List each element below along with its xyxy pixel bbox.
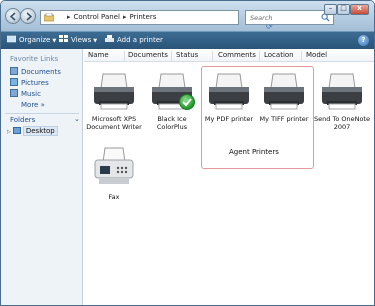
printer-item-my-tiff[interactable]: My TIFF printer (256, 72, 312, 123)
maximize-button[interactable]: □ (337, 4, 350, 15)
help-icon[interactable]: ? (358, 35, 369, 46)
maximize-icon: □ (340, 4, 347, 12)
pictures-icon (10, 78, 18, 86)
sidebar-item-music[interactable]: Music (10, 89, 41, 98)
sidebar-item-documents[interactable]: Documents (10, 67, 61, 76)
printer-icon (319, 72, 365, 112)
printer-item-black-ice[interactable]: Black Ice ColorPlus (144, 72, 200, 131)
printer-item-my-pdf[interactable]: My PDF printer (201, 72, 257, 123)
desktop-icon (12, 127, 21, 134)
folders-heading[interactable]: Folders (10, 116, 35, 124)
column-location[interactable]: Location (264, 51, 294, 59)
title-bar: ▸Control Panel▸Printers ▾ ⟳ Search – □ x (1, 1, 374, 31)
fax-icon (91, 146, 137, 190)
chevron-down-icon: ▼ (93, 38, 98, 44)
printer-item-fax[interactable]: Fax (86, 146, 142, 201)
printer-label: My PDF printer (204, 115, 254, 123)
sidebar-item-pictures[interactable]: Pictures (10, 78, 49, 87)
sidebar-item-label: Documents (21, 68, 61, 76)
printer-label: Send To OneNote 2007 (314, 115, 370, 131)
explorer-window: ▸Control Panel▸Printers ▾ ⟳ Search – □ x… (0, 0, 375, 306)
chevron-right-icon: ▸ (122, 13, 127, 21)
printer-label: My TIFF printer (259, 115, 309, 123)
printer-item-xps[interactable]: Microsoft XPS Document Writer (86, 72, 142, 131)
arrow-left-icon (9, 12, 16, 21)
views-label: Views (71, 36, 92, 44)
printers-folder-icon (44, 13, 54, 22)
tree-item-desktop[interactable]: ▷ Desktop (7, 126, 77, 137)
printer-label: Microsoft XPS Document Writer (86, 115, 142, 131)
add-printer-label: Add a printer (117, 36, 163, 44)
printer-icon (91, 72, 137, 112)
add-printer-button[interactable]: Add a printer (105, 35, 163, 47)
navigation-pane: Favorite Links Documents Pictures Music … (1, 49, 83, 305)
column-divider[interactable] (212, 51, 213, 61)
close-icon: x (357, 4, 362, 12)
column-status[interactable]: Status (176, 51, 198, 59)
group-label: Agent Printers (229, 148, 279, 156)
command-bar: Organize ▼ Views ▼ Add a printer ? (1, 31, 374, 49)
tree-item-label: Desktop (22, 126, 58, 136)
chevron-down-icon: ▼ (52, 38, 57, 44)
column-header: Name Documents Status Comments Location … (84, 49, 374, 62)
sidebar-item-label: Pictures (21, 79, 49, 87)
printer-label: Fax (108, 193, 120, 201)
expand-icon[interactable]: ▷ (7, 129, 11, 135)
music-icon (10, 89, 18, 97)
column-documents[interactable]: Documents (128, 51, 168, 59)
sidebar-item-label: Music (21, 90, 41, 98)
organize-button[interactable]: Organize ▼ (7, 35, 56, 47)
column-name[interactable]: Name (88, 51, 109, 59)
printer-icon (206, 72, 252, 112)
favorite-links-heading: Favorite Links (10, 55, 59, 63)
default-printer-check-icon (179, 94, 195, 110)
printer-label: Black Ice ColorPlus (156, 115, 188, 131)
search-input[interactable]: Search (250, 14, 272, 22)
divider (5, 113, 79, 114)
search-box[interactable]: Search (245, 10, 334, 25)
breadcrumb-printers[interactable]: Printers (129, 13, 156, 21)
organize-icon (7, 35, 16, 43)
views-icon (59, 35, 68, 42)
printer-icon (261, 72, 307, 112)
documents-icon (10, 67, 18, 75)
arrow-right-icon (26, 12, 33, 21)
column-divider[interactable] (259, 51, 260, 61)
file-list: Microsoft XPS Document Writer Black Ice … (84, 62, 374, 305)
back-button[interactable] (5, 8, 21, 24)
close-button[interactable]: x (350, 4, 369, 15)
breadcrumb: ▸ Control Panel ▸ Printers (64, 13, 156, 21)
minimize-icon: – (328, 4, 333, 12)
column-model[interactable]: Model (306, 51, 327, 59)
more-link[interactable]: More » (21, 101, 45, 109)
printer-item-onenote[interactable]: Send To OneNote 2007 (314, 72, 370, 131)
column-divider[interactable] (171, 51, 172, 61)
views-button[interactable]: Views ▼ (59, 35, 97, 47)
chevron-down-icon[interactable]: ⌄ (74, 115, 80, 123)
add-printer-icon (105, 35, 114, 42)
column-divider[interactable] (301, 51, 302, 61)
breadcrumb-control-panel[interactable]: Control Panel (74, 13, 120, 21)
address-bar[interactable]: ▸Control Panel▸Printers ▾ ⟳ (40, 10, 273, 31)
column-comments[interactable]: Comments (218, 51, 256, 59)
minimize-button[interactable]: – (324, 4, 337, 15)
forward-button[interactable] (20, 8, 36, 24)
organize-label: Organize (19, 36, 51, 44)
column-divider[interactable] (124, 51, 125, 61)
chevron-right-icon: ▸ (67, 13, 71, 21)
printer-icon (149, 72, 195, 112)
